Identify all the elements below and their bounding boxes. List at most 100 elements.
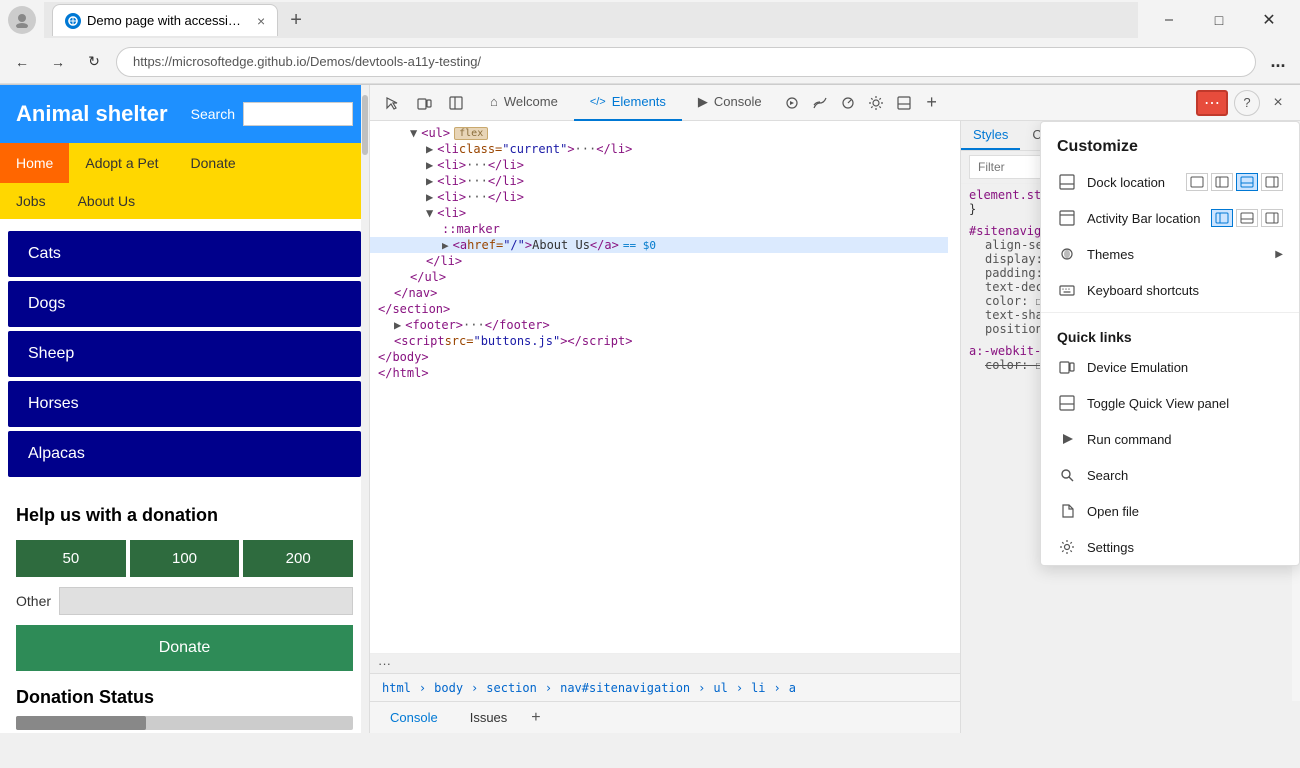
settings-menu-item[interactable]: Settings <box>1041 529 1299 565</box>
nav-donate[interactable]: Donate <box>175 143 252 183</box>
tree-line[interactable]: ▶ <li>···</li> <box>370 173 948 189</box>
bc-a[interactable]: a <box>785 679 800 697</box>
add-tab-btn[interactable]: + <box>918 89 946 117</box>
animal-item-sheep[interactable]: Sheep <box>8 331 361 377</box>
refresh-btn[interactable]: ↻ <box>80 48 108 76</box>
scrollbar-thumb[interactable] <box>362 95 368 155</box>
tree-line[interactable]: </body> <box>370 349 948 365</box>
new-tab-btn[interactable]: + <box>282 9 310 32</box>
devtools-content: ▼ <ul> flex ▶ <li class="current">···</l… <box>370 121 1300 733</box>
bc-li[interactable]: li <box>747 679 769 697</box>
back-btn[interactable]: ← <box>8 48 36 76</box>
activity-bar-item[interactable]: Activity Bar location <box>1041 200 1299 236</box>
maximize-btn[interactable]: □ <box>1196 4 1242 36</box>
browser-more-btn[interactable]: ... <box>1264 48 1292 76</box>
activity-bar-controls <box>1211 209 1283 227</box>
run-command-item[interactable]: Run command <box>1041 421 1299 457</box>
minimize-btn[interactable]: ⎯ <box>1146 4 1192 36</box>
search-menu-icon <box>1057 465 1077 485</box>
bc-body[interactable]: body <box>430 679 467 697</box>
toggle-icon <box>1057 393 1077 413</box>
scrollbar-track[interactable] <box>361 85 369 733</box>
animal-item-cats[interactable]: Cats <box>8 231 361 277</box>
settings-icon-btn[interactable] <box>862 89 890 117</box>
search-menu-label: Search <box>1087 468 1283 483</box>
bc-ul[interactable]: ul <box>709 679 731 697</box>
animal-item-horses[interactable]: Horses <box>8 381 361 427</box>
bottom-tab-issues[interactable]: Issues <box>458 706 520 729</box>
tree-line[interactable]: ▼ <ul> flex <box>370 125 948 141</box>
tree-line[interactable]: </ul> <box>370 269 948 285</box>
tab-close-btn[interactable]: × <box>257 13 265 29</box>
nav-jobs[interactable]: Jobs <box>0 183 62 219</box>
tab-console[interactable]: ▶ Console <box>682 85 778 121</box>
amount-200-btn[interactable]: 200 <box>243 540 353 577</box>
sidebar-toggle-btn[interactable] <box>442 89 470 117</box>
activity-right-btn[interactable] <box>1261 209 1283 227</box>
browser-tab[interactable]: Demo page with accessibility issu... × <box>52 4 278 36</box>
tree-line[interactable]: </li> <box>370 253 948 269</box>
elements-tree: ▼ <ul> flex ▶ <li class="current">···</l… <box>370 121 960 653</box>
performance-icon-btn[interactable] <box>834 89 862 117</box>
dock-location-item[interactable]: Dock location <box>1041 164 1299 200</box>
search-label: Search <box>191 106 235 122</box>
animal-item-dogs[interactable]: Dogs <box>8 281 361 327</box>
network-icon-btn[interactable] <box>806 89 834 117</box>
user-avatar[interactable] <box>8 6 36 34</box>
dock-right-btn[interactable] <box>1261 173 1283 191</box>
dock-btn[interactable] <box>890 89 918 117</box>
devtools-close-btn[interactable]: × <box>1264 89 1292 117</box>
tree-line[interactable]: ::marker <box>370 221 948 237</box>
nav-about[interactable]: About Us <box>62 183 152 219</box>
tree-line[interactable]: <script src="buttons.js"></script> <box>370 333 948 349</box>
amount-50-btn[interactable]: 50 <box>16 540 126 577</box>
forward-btn[interactable]: → <box>44 48 72 76</box>
tree-line[interactable]: </nav> <box>370 285 948 301</box>
open-file-item[interactable]: Open file <box>1041 493 1299 529</box>
tree-line-selected[interactable]: ▶ <a href="/">About Us</a> == $0 <box>370 237 948 253</box>
close-window-btn[interactable]: ✕ <box>1246 4 1292 36</box>
donate-btn[interactable]: Donate <box>16 625 353 671</box>
nav-home[interactable]: Home <box>0 143 69 183</box>
animal-item-alpacas[interactable]: Alpacas <box>8 431 361 477</box>
tree-line[interactable]: ▶ <li class="current">···</li> <box>370 141 948 157</box>
tab-welcome[interactable]: ⌂ Welcome <box>474 85 574 121</box>
url-input[interactable]: https://microsoftedge.github.io/Demos/de… <box>116 47 1256 77</box>
activity-bottom-btn[interactable] <box>1236 209 1258 227</box>
search-item[interactable]: Search <box>1041 457 1299 493</box>
tree-line[interactable]: ▶ <li>···</li> <box>370 157 948 173</box>
devtools-more-btn[interactable]: ⋯ <box>1196 90 1228 116</box>
search-input[interactable] <box>243 102 353 126</box>
toggle-quick-view-item[interactable]: Toggle Quick View panel <box>1041 385 1299 421</box>
devtools-help-btn[interactable]: ? <box>1234 90 1260 116</box>
bottom-tab-console[interactable]: Console <box>378 706 450 729</box>
keyboard-shortcuts-item[interactable]: Keyboard shortcuts <box>1041 272 1299 308</box>
dock-separate-btn[interactable] <box>1186 173 1208 191</box>
tree-line[interactable]: ▶ <li>···</li> <box>370 189 948 205</box>
device-emulation-btn[interactable] <box>410 89 438 117</box>
dock-left-btn[interactable] <box>1211 173 1233 191</box>
bc-section[interactable]: section <box>482 679 541 697</box>
bc-nav[interactable]: nav#sitenavigation <box>556 679 694 697</box>
sources-icon-btn[interactable] <box>778 89 806 117</box>
themes-item[interactable]: Themes ▶ <box>1041 236 1299 272</box>
donation-title: Help us with a donation <box>16 505 353 526</box>
add-panel-btn[interactable]: + <box>527 709 544 727</box>
nav-adopt[interactable]: Adopt a Pet <box>69 143 174 183</box>
bc-html[interactable]: html <box>378 679 415 697</box>
device-emulation-item[interactable]: Device Emulation <box>1041 349 1299 385</box>
tree-line[interactable]: </section> <box>370 301 948 317</box>
inspect-element-btn[interactable] <box>378 89 406 117</box>
amount-100-btn[interactable]: 100 <box>130 540 240 577</box>
tree-line[interactable]: </html> <box>370 365 948 381</box>
activity-left-btn[interactable] <box>1211 209 1233 227</box>
dock-bottom-btn[interactable] <box>1236 173 1258 191</box>
other-amount-input[interactable] <box>59 587 353 615</box>
customize-header: Customize <box>1041 122 1299 164</box>
tab-elements[interactable]: </> Elements <box>574 85 682 121</box>
home-icon: ⌂ <box>490 94 498 109</box>
tree-line[interactable]: ▼ <li> <box>370 205 948 221</box>
styles-tab-styles[interactable]: Styles <box>961 121 1020 150</box>
tree-line[interactable]: ▶ <footer>···</footer> <box>370 317 948 333</box>
more-indicator[interactable]: ··· <box>370 653 960 673</box>
